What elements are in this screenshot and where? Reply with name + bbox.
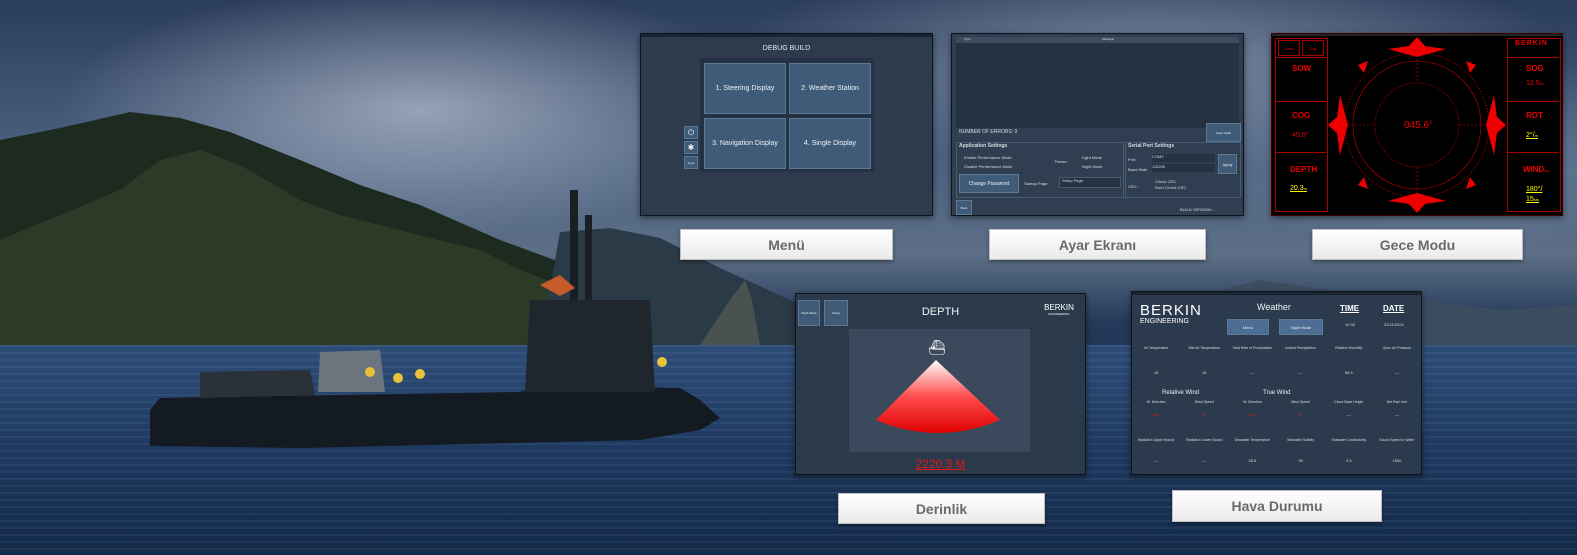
port-label: Port: [1128,157,1137,162]
theme-label: Theme: [1054,159,1068,164]
weather-cell: Relative Humidity 56.3 [1335,346,1363,375]
weather-cell: Total Rate of Precipitation — [1232,346,1273,375]
weather-screen: BERKIN ENGINEERING Weather Menu Night Mo… [1131,291,1422,475]
weather-title: Weather [1257,302,1291,312]
weather-cell: W. Direction 320 [1242,400,1262,417]
weather-cell: Air Temperature 15 [1143,346,1169,375]
check-crc-option[interactable]: Check CRC [1155,179,1176,184]
dont-check-crc-option[interactable]: Don't Check CRC [1155,185,1186,190]
weather-cell: Wind Speed 11 [1194,400,1214,417]
sog-label: SOG [1526,64,1544,73]
log-type-header: Type [964,37,971,41]
sow-label: SOW [1292,64,1312,73]
light-mode-option[interactable]: Light Mode [1082,155,1102,160]
enable-perf-option[interactable]: Enable Performance Mode [964,155,1012,160]
weather-menu-button[interactable]: Menu [1227,319,1269,335]
settings-screen: Type Message NUMBER OF ERRORS: 0 Clear T… [951,33,1244,216]
sonar-beam [876,360,1000,433]
steering-display-button[interactable]: 1. Steering Display [704,63,786,114]
time-value: 10:30 [1345,322,1356,327]
depth-value: 2220.3 M [915,457,966,471]
weather-night-mode-button[interactable]: Night Mode [1279,319,1323,335]
sog-value: 12.5kn [1526,80,1544,87]
serial-settings-heading: Serial Port Settings [1128,143,1175,149]
weather-cell: Cloud Base Height — [1334,400,1364,417]
baud-rate-label: Baud Rate: [1128,167,1149,172]
error-log-table [956,43,1239,128]
settings-button[interactable]: ✱ [684,141,698,154]
cog-label: COG [1292,111,1311,120]
weather-cell: Seawater Conductivity 2.5 [1331,438,1367,463]
weather-cell: Wet Air Temperature 16 [1188,346,1221,375]
weather-cell: W. Direction 320 [1146,400,1166,417]
settings-label: Ayar Ekranı [989,229,1206,260]
weather-station-button[interactable]: 2. Weather Station [789,63,871,114]
power-button[interactable]: ⏻ [684,126,698,139]
disable-perf-option[interactable]: Disable Performance Mode [964,164,1012,169]
weather-row-1: Air Temperature 15 Wet Air Temperature 16 … [1132,346,1421,386]
weather-cell: Instant Precipitation — [1285,346,1316,375]
weather-cell: Net Rad. Info — [1386,400,1408,417]
heading-readout: 045.6° [1404,120,1434,131]
navigation-display-button[interactable]: 3. Navigation Display [704,118,786,169]
night-day-button[interactable]: Day [1302,40,1324,56]
cog-value: 45.6° [1292,132,1309,139]
startup-page-label: Startup Page: [1024,181,1049,186]
input-button[interactable]: Input [684,156,698,169]
weather-cell: Sound Speed in Water 1560 [1379,438,1415,463]
single-display-button[interactable]: 4. Single Display [789,118,871,169]
weather-logo: BERKIN ENGINEERING [1140,302,1202,325]
night-back-button[interactable]: Back [1278,40,1300,56]
weather-label: Hava Durumu [1172,490,1382,522]
weather-cell: Seawater Temperature 26.5 [1234,438,1271,463]
change-password-button[interactable]: Change Password [959,174,1019,193]
relative-wind-heading: Relative Wind [1162,390,1200,396]
gear-icon: ✱ [687,143,695,152]
depth-label: Derinlik [838,493,1045,524]
port-select[interactable]: COM2 [1152,154,1215,162]
rot-label: ROT [1526,111,1543,120]
wind-speed-value: 15kts [1526,196,1539,203]
build-version: BUILD VERSION: ... [1180,207,1217,212]
back-button[interactable]: Back [956,200,972,215]
menu-title: DEBUG BUILD [762,45,811,52]
weather-cell: Open Air Pressure — [1382,346,1412,375]
menu-label: Menü [680,229,893,260]
startup-page-select[interactable]: Setup Page [1059,177,1121,188]
night-mode-label: Gece Modu [1312,229,1523,260]
menu-screen: DEBUG BUILD 1. Steering Display 2. Weath… [640,33,933,216]
baud-rate-select[interactable]: 115200 [1152,164,1215,172]
night-mode-option[interactable]: Night Mode [1082,164,1102,169]
depth-label: DEPTH [1290,165,1318,174]
time-label: TIME [1340,304,1360,313]
night-logo: BERKIN [1515,40,1548,47]
true-wind-heading: True Wind [1263,390,1291,396]
weather-cell: Radiation Upper Bound — [1137,438,1175,463]
night-mode-screen: Back Day SOW COG 45.6° DEPTH 20.3m SOG 1… [1271,33,1563,216]
wind-direction-value: 180°/ [1526,186,1543,193]
app-settings-heading: Application Settings [959,143,1008,149]
weather-cell: Seawater Salinity 35 [1287,438,1315,463]
power-icon: ⏻ [687,127,695,137]
apply-button[interactable]: Apply [1218,154,1237,174]
depth-logo: BERKIN ENGINEERING [1044,303,1074,317]
rot-value: 2°/m [1526,132,1538,139]
depth-screen: Night Mode Setup DEPTH BERKIN ENGINEERIN… [795,293,1086,475]
date-value: 22/11/2024 [1384,322,1404,327]
date-label: DATE [1383,304,1405,313]
weather-cell: Wind Speed 11 [1291,400,1311,417]
depth-value: 20.3m [1290,185,1307,192]
wind-label: WINDkts [1523,165,1550,174]
weather-row-2: W. Direction 320 Wind Speed 11 W. Directio… [1132,400,1421,430]
log-message-header: Message [1102,37,1115,41]
weather-cell: Radiation Lower Bound — [1186,438,1223,463]
crc-label: CRC: [1128,184,1138,189]
error-count: NUMBER OF ERRORS: 0 [959,129,1018,135]
clear-table-button[interactable]: Clear Table [1206,123,1241,142]
ship-icon: ⛴ [928,339,946,355]
weather-row-3: Radiation Upper Bound — Radiation Lower B… [1132,438,1421,470]
